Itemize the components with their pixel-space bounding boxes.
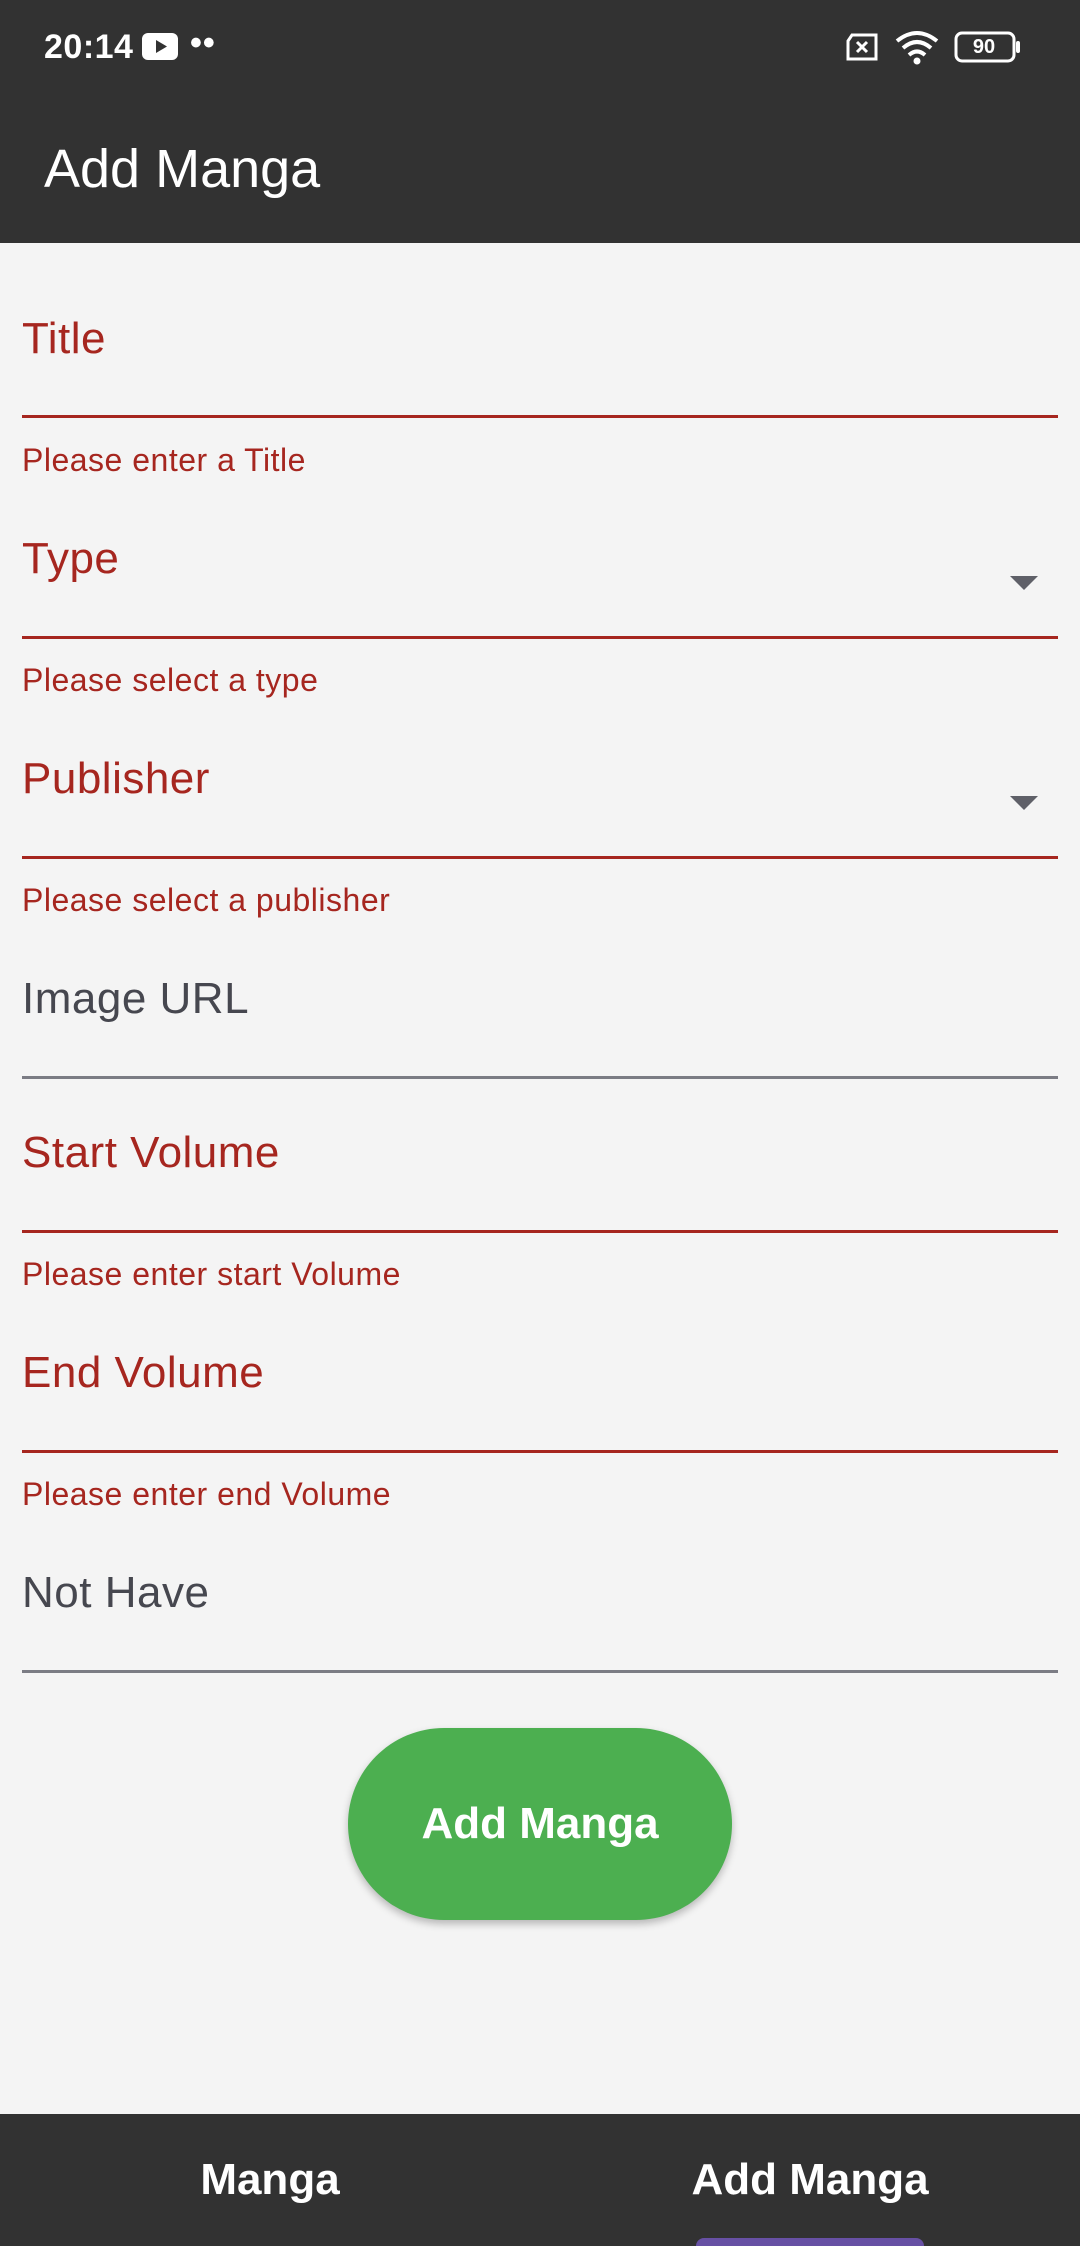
start-volume-field[interactable]: Start Volume Please enter start Volume (22, 1114, 1058, 1294)
bottom-nav: Manga Add Manga (0, 2114, 1080, 2246)
nav-item-manga[interactable]: Manga (0, 2114, 540, 2246)
start-volume-field-error: Please enter start Volume (22, 1256, 401, 1292)
type-dropdown-underline (22, 636, 1058, 639)
status-time: 20:14 (44, 28, 134, 66)
end-volume-field-error: Please enter end Volume (22, 1476, 392, 1512)
chevron-down-icon (1010, 576, 1038, 590)
publisher-dropdown-error: Please select a publisher (22, 882, 391, 918)
end-volume-field-label: End Volume (22, 1348, 265, 1397)
publisher-dropdown-label: Publisher (22, 754, 210, 803)
type-dropdown-error: Please select a type (22, 662, 319, 698)
type-dropdown-label: Type (22, 534, 120, 583)
wifi-icon (895, 31, 939, 65)
battery-level: 90 (972, 36, 996, 58)
add-manga-button[interactable]: Add Manga (348, 1728, 732, 1920)
not-have-field-underline (22, 1670, 1058, 1673)
start-volume-field-underline (22, 1230, 1058, 1233)
end-volume-field-underline (22, 1450, 1058, 1453)
youtube-icon (142, 33, 178, 60)
not-have-field[interactable]: Not Have (22, 1554, 1058, 1674)
publisher-dropdown-underline (22, 856, 1058, 859)
image-url-field-underline (22, 1076, 1058, 1079)
page-title: Add Manga (44, 139, 321, 199)
start-volume-field-label: Start Volume (22, 1128, 280, 1177)
nav-selected-indicator (696, 2238, 924, 2246)
title-field-error: Please enter a Title (22, 442, 306, 478)
publisher-dropdown[interactable]: Publisher Please select a publisher (22, 740, 1058, 920)
type-dropdown[interactable]: Type Please select a type (22, 520, 1058, 700)
image-url-field-label: Image URL (22, 974, 250, 1023)
image-url-field[interactable]: Image URL (22, 960, 1058, 1080)
app-bar: Add Manga (0, 94, 1080, 243)
status-bar: 20:14 •• 90 (0, 0, 1080, 94)
title-field-label: Title (22, 314, 106, 363)
notification-dots: •• (190, 24, 216, 62)
nav-item-add-manga[interactable]: Add Manga (540, 2114, 1080, 2246)
end-volume-field[interactable]: End Volume Please enter end Volume (22, 1334, 1058, 1514)
title-field[interactable]: Title Please enter a Title (22, 300, 1058, 480)
no-sim-icon (846, 33, 878, 61)
not-have-field-label: Not Have (22, 1568, 210, 1617)
title-field-underline (22, 415, 1058, 418)
chevron-down-icon (1010, 796, 1038, 810)
